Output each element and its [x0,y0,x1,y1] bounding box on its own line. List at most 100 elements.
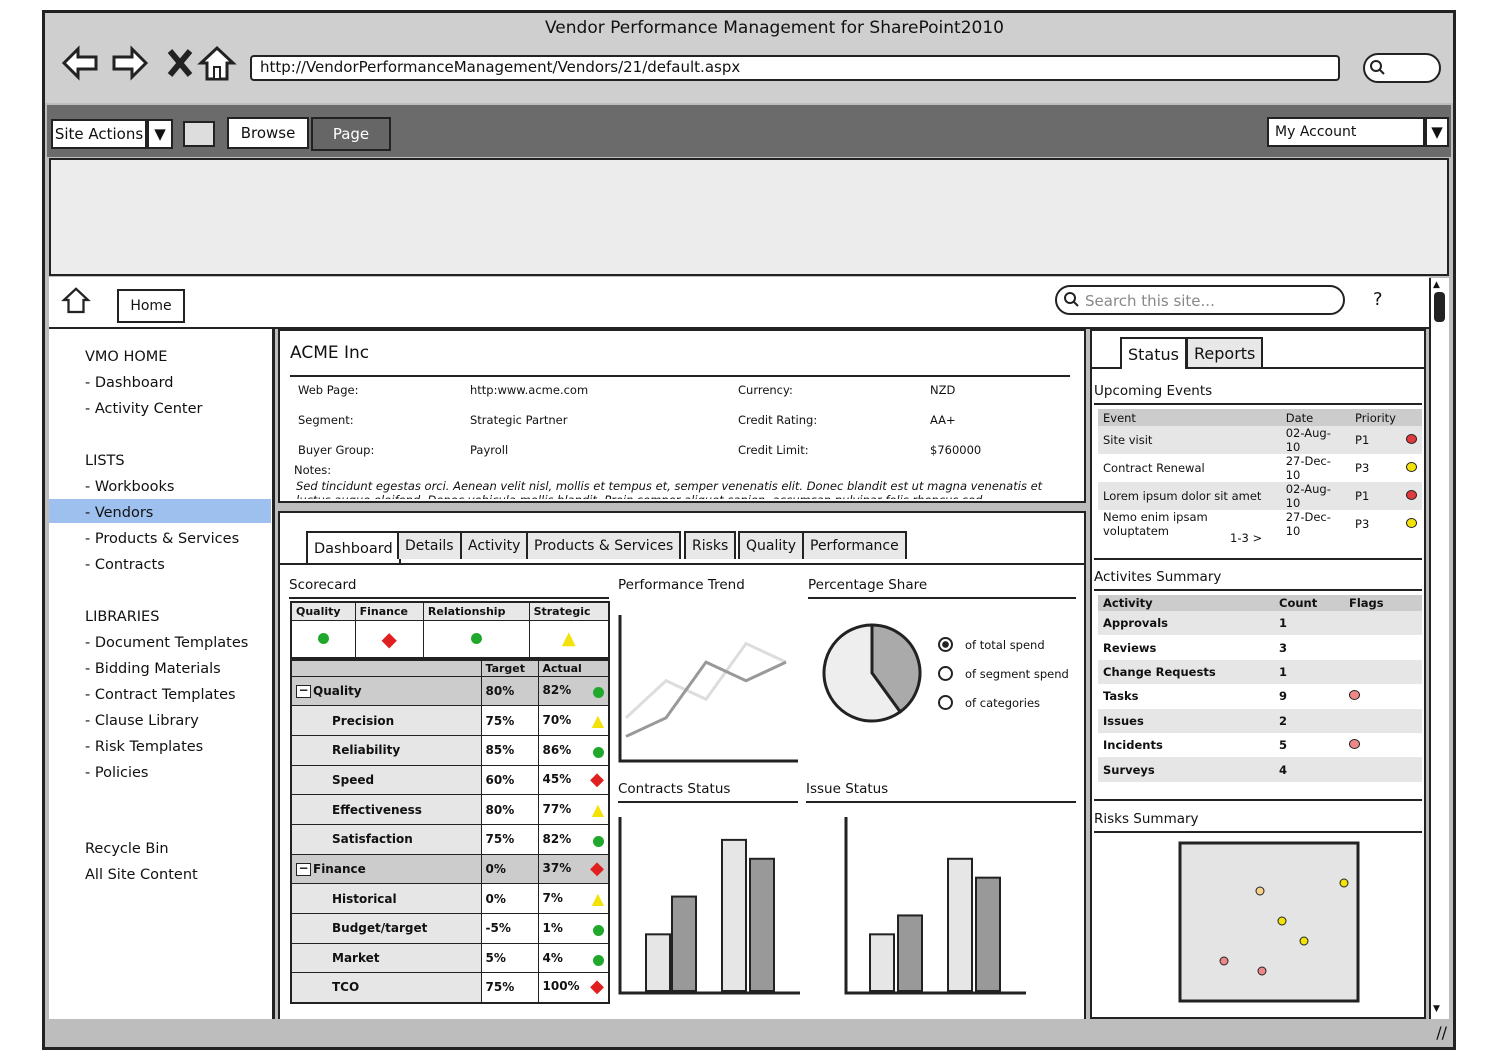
activity-row[interactable]: Issues 2 [1098,708,1422,733]
radio-icon[interactable] [938,695,953,710]
actual-value: 7% ▲ [537,883,610,914]
events-table: Event Date Priority Site visit 02-Aug-10 P1 C… [1098,409,1422,538]
navigate-up-icon[interactable] [183,121,215,147]
my-account-button[interactable]: My Account [1267,117,1425,147]
issue-status-title: Issue Status [806,781,889,797]
tab-activity[interactable]: Activity [460,531,529,559]
upcoming-events-title: Upcoming Events [1094,383,1213,399]
share-option-total[interactable]: of total spend [938,637,1045,652]
scorecard-row[interactable]: Speed 60% 45% ◆ [290,764,610,796]
scorecard-row[interactable]: − Finance 0% 37% ◆ [290,853,610,885]
tab-products-services[interactable]: Products & Services [526,531,682,559]
risk-point[interactable] [1219,956,1229,966]
actual-value-text: 4% [542,950,563,965]
nav-libraries-heading[interactable]: LIBRARIES [85,609,159,625]
segment-value: Strategic Partner [470,413,568,427]
activity-row[interactable]: Surveys 4 [1098,757,1422,782]
tab-risks[interactable]: Risks [684,531,737,559]
nav-bidding-materials[interactable]: - Bidding Materials [85,661,221,677]
radio-selected-icon[interactable] [938,637,953,652]
scorecard-row-label: Budget/target [332,921,428,936]
browse-tab[interactable]: Browse [227,117,309,149]
share-option-segment[interactable]: of segment spend [938,666,1069,681]
yellow-triangle-icon: ▲ [591,710,604,730]
bar [897,914,923,992]
nav-workbooks[interactable]: - Workbooks [85,479,174,495]
stop-icon[interactable] [160,43,200,83]
back-icon[interactable] [60,43,100,83]
page-scrollbar[interactable]: ▲ ▼ [1429,278,1449,1020]
home-breadcrumb[interactable]: Home [117,289,185,323]
event-row[interactable]: Contract Renewal 27-Dec-10 P3 [1098,454,1422,482]
my-account-dropdown-icon[interactable]: ▼ [1425,117,1449,147]
forward-icon[interactable] [110,43,150,83]
home-icon[interactable] [197,43,237,83]
event-row[interactable]: Site visit 02-Aug-10 P1 [1098,426,1422,454]
events-pager[interactable]: 1-3 > [1230,531,1262,545]
risk-point[interactable] [1255,886,1265,896]
risk-point[interactable] [1277,916,1287,926]
nav-contract-templates[interactable]: - Contract Templates [85,687,236,703]
site-actions-button[interactable]: Site Actions [51,119,147,149]
nav-products-services[interactable]: - Products & Services [85,531,239,547]
risk-point[interactable] [1257,966,1267,976]
site-search-input[interactable]: Search this site... [1055,285,1345,315]
nav-policies[interactable]: - Policies [85,765,148,781]
nav-activity-center[interactable]: - Activity Center [85,401,202,417]
nav-vendors[interactable]: - Vendors [85,505,153,521]
share-option-categories[interactable]: of categories [938,695,1040,710]
scrollbar-thumb[interactable] [1434,292,1445,322]
scorecard-row[interactable]: Reliability 85% 86% [290,734,610,766]
web-page-value[interactable]: http:www.acme.com [470,383,588,397]
dashboard-panel: Dashboard Details Activity Products & Se… [278,511,1086,1021]
nav-contracts[interactable]: - Contracts [85,557,165,573]
tab-status[interactable]: Status [1120,337,1187,369]
radio-icon[interactable] [938,666,953,681]
tab-details[interactable]: Details [397,531,462,559]
tab-performance[interactable]: Performance [802,531,907,559]
scorecard-row[interactable]: Budget/target -5% 1% [290,913,610,944]
nav-dashboard[interactable]: - Dashboard [85,375,174,391]
tab-quality[interactable]: Quality [738,531,805,559]
browser-search-field[interactable] [1363,53,1441,83]
activity-row[interactable]: Tasks 9 [1098,684,1422,708]
nav-lists-heading[interactable]: LISTS [85,453,125,469]
activity-row[interactable]: Reviews 3 [1098,635,1422,659]
scorecard-row[interactable]: − Quality 80% 82% [290,675,610,707]
scorecard-quality-header: Quality [290,601,356,621]
scorecard-row[interactable]: Effectiveness 80% 77% ▲ [290,794,610,825]
nav-clause-library[interactable]: - Clause Library [85,713,199,729]
address-bar[interactable]: http://VendorPerformanceManagement/Vendo… [250,55,1340,81]
scorecard-row[interactable]: Precision 75% 70% ▲ [290,705,610,736]
event-row[interactable]: Lorem ipsum dolor sit amet 02-Aug-10 P1 [1098,482,1422,510]
activity-row[interactable]: Change Requests 1 [1098,659,1422,685]
share-option-total-label: of total spend [965,637,1045,652]
page-tab[interactable]: Page [311,117,391,151]
nav-risk-templates[interactable]: - Risk Templates [85,739,203,755]
scorecard-row[interactable]: Historical 0% 7% ▲ [290,883,610,914]
flag-icon [1349,739,1360,750]
collapse-icon[interactable]: − [296,862,311,876]
help-icon[interactable]: ? [1373,289,1383,310]
home-nav-icon[interactable] [61,285,91,315]
risk-point[interactable] [1339,878,1349,888]
nav-all-site-content[interactable]: All Site Content [85,867,198,883]
performance-trend-chart [618,615,798,763]
site-actions-dropdown-icon[interactable]: ▼ [147,119,173,149]
nav-document-templates[interactable]: - Document Templates [85,635,248,651]
scorecard-title: Scorecard [289,577,357,593]
tab-reports[interactable]: Reports [1186,337,1264,367]
nav-recycle-bin[interactable]: Recycle Bin [85,841,169,857]
scorecard-row[interactable]: Market 5% 4% [290,942,610,974]
collapse-icon[interactable]: − [296,684,311,698]
risk-point[interactable] [1299,936,1309,946]
actual-value-text: 1% [542,920,563,935]
scorecard-row[interactable]: Satisfaction 75% 82% [290,823,610,855]
target-value: 80% [480,675,539,707]
resize-grip-icon[interactable]: // [1436,1023,1447,1042]
activity-row[interactable]: Incidents 5 [1098,733,1422,757]
activity-row[interactable]: Approvals 1 [1098,611,1422,636]
scorecard-row[interactable]: TCO 75% 100% ◆ [290,972,610,1004]
nav-vmo-home[interactable]: VMO HOME [85,349,167,365]
tab-dashboard[interactable]: Dashboard [306,531,401,565]
